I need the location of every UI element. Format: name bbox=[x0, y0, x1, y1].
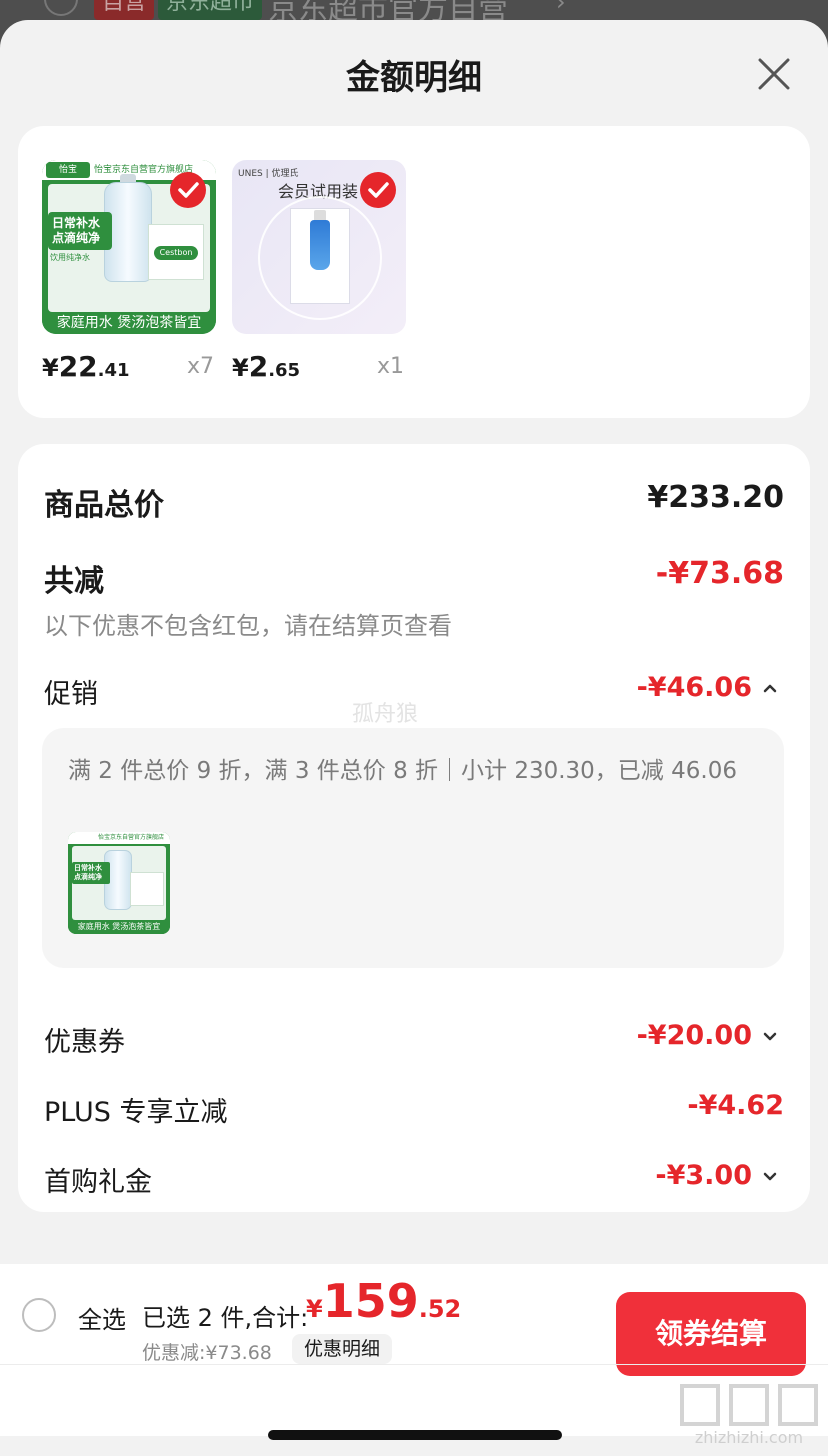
first-buy-row[interactable]: 首购礼金 -¥3.00 bbox=[44, 1160, 784, 1200]
discount-note-text: 以下优惠不包含红包，请在结算页查看 bbox=[44, 612, 452, 640]
price-detail-card: 商品总价 ¥233.20 共减 -¥73.68 以下优惠不包含红包，请在结算页查… bbox=[18, 444, 810, 1212]
product-price: ¥2.65 bbox=[232, 350, 301, 383]
product-price-row: ¥2.65 x1 bbox=[232, 350, 406, 386]
plus-discount-label: PLUS 专享立减 bbox=[44, 1097, 228, 1128]
chevron-down-icon bbox=[763, 1032, 777, 1040]
thumb-box bbox=[130, 872, 164, 906]
brand-logo: 怡宝 bbox=[46, 162, 90, 178]
chevron-down-icon bbox=[763, 1172, 777, 1180]
corner-logo bbox=[680, 1384, 818, 1426]
amount-detail-sheet: 金额明细 怡宝京东自营官方旗舰店 怡宝 日常补水 点滴纯净 饮用纯净水 Cest… bbox=[0, 20, 828, 1456]
promo-detail-box: 满 2 件总价 9 折，满 3 件总价 8 折｜小计 230.30，已减 46.… bbox=[42, 728, 784, 968]
close-icon bbox=[758, 58, 790, 90]
first-buy-value: -¥3.00 bbox=[655, 1160, 752, 1191]
first-buy-label: 首购礼金 bbox=[44, 1167, 152, 1198]
coupon-label: 优惠券 bbox=[44, 1027, 125, 1058]
promo-product-thumbnail[interactable]: 怡宝京东自营官方旗舰店 日常补水 点滴纯净 家庭用水 煲汤泡茶皆宜 bbox=[68, 832, 170, 934]
box-label: Cestbon bbox=[154, 246, 198, 260]
goods-total-label: 商品总价 bbox=[44, 488, 164, 523]
coupon-toggle[interactable]: -¥20.00 bbox=[637, 1020, 784, 1051]
sheet-title: 金额明细 bbox=[346, 58, 482, 98]
selected-check-icon[interactable] bbox=[170, 172, 206, 208]
thumb-footer: 家庭用水 煲汤泡茶皆宜 bbox=[68, 920, 170, 934]
serum-vial-image bbox=[310, 220, 330, 270]
product-image-mask[interactable]: UNES | 优理氏 会员试用装 bbox=[232, 160, 406, 334]
product-price-row: ¥22.41 x7 bbox=[42, 350, 216, 386]
background-radio bbox=[44, 0, 78, 16]
goods-total-row: 商品总价 ¥233.20 bbox=[44, 480, 784, 523]
product-price: ¥22.41 bbox=[42, 350, 130, 383]
select-all-radio[interactable] bbox=[22, 1298, 56, 1332]
discount-detail-link[interactable]: 优惠明细 bbox=[292, 1334, 393, 1364]
product-quantity: x7 bbox=[186, 354, 214, 379]
product-slogan: 日常补水 点滴纯净 bbox=[48, 212, 112, 250]
promo-detail-text: 满 2 件总价 9 折，满 3 件总价 8 折｜小计 230.30，已减 46.… bbox=[68, 758, 737, 784]
goods-total-value: ¥233.20 bbox=[647, 480, 784, 515]
product-image-water[interactable]: 怡宝京东自营官方旗舰店 怡宝 日常补水 点滴纯净 饮用纯净水 Cestbon 家… bbox=[42, 160, 216, 334]
coupon-value: -¥20.00 bbox=[636, 1020, 752, 1051]
coupon-row[interactable]: 优惠券 -¥20.00 bbox=[44, 1020, 784, 1060]
chevron-up-icon bbox=[763, 684, 777, 692]
promo-value: -¥46.06 bbox=[636, 672, 752, 703]
saved-amount-text: 优惠减:¥73.68 bbox=[142, 1342, 272, 1364]
plus-discount-amount: -¥4.62 bbox=[687, 1090, 784, 1121]
promo-label: 促销 bbox=[44, 679, 98, 710]
total-price: ¥159.52 bbox=[306, 1274, 462, 1328]
product-quantity: x1 bbox=[376, 354, 404, 379]
discount-total-row: 共减 -¥73.68 bbox=[44, 556, 784, 599]
home-indicator bbox=[268, 1430, 562, 1440]
product-item[interactable]: 怡宝京东自营官方旗舰店 怡宝 日常补水 点滴纯净 饮用纯净水 Cestbon 家… bbox=[42, 160, 216, 383]
self-operated-tag: 自营 bbox=[94, 0, 155, 20]
selected-check-icon[interactable] bbox=[360, 172, 396, 208]
promo-toggle[interactable]: -¥46.06 bbox=[637, 672, 784, 703]
first-buy-toggle[interactable]: -¥3.00 bbox=[655, 1160, 784, 1191]
select-all-label[interactable]: 全选 bbox=[78, 1300, 126, 1335]
discount-note: 以下优惠不包含红包，请在结算页查看 bbox=[44, 606, 784, 641]
background-arrow-icon: › bbox=[556, 0, 566, 16]
product-item[interactable]: UNES | 优理氏 会员试用装 ¥2.65 x1 bbox=[232, 160, 406, 383]
thumb-slogan: 日常补水 点滴纯净 bbox=[72, 862, 110, 884]
bottom-divider bbox=[0, 1364, 828, 1365]
discount-total-label: 共减 bbox=[44, 564, 104, 599]
watermark-text: 孤舟狼 bbox=[352, 702, 419, 727]
corner-logo-text: zhizhizhi.com bbox=[694, 1428, 804, 1447]
product-sub-text: 饮用纯净水 bbox=[50, 253, 90, 262]
plus-discount-row: PLUS 专享立减 -¥4.62 bbox=[44, 1090, 784, 1130]
plus-discount-value: -¥4.62 bbox=[687, 1090, 784, 1121]
products-card: 怡宝京东自营官方旗舰店 怡宝 日常补水 点滴纯净 饮用纯净水 Cestbon 家… bbox=[18, 126, 810, 418]
selected-count-text: 已选 2 件,合计: bbox=[142, 1304, 309, 1332]
supermarket-tag: 京东超市 bbox=[158, 0, 263, 20]
close-button[interactable] bbox=[752, 52, 796, 96]
discount-total-value: -¥73.68 bbox=[655, 556, 784, 591]
product-image-footer: 家庭用水 煲汤泡茶皆宜 bbox=[42, 312, 216, 334]
thumb-header-text: 怡宝京东自营官方旗舰店 bbox=[68, 832, 170, 844]
